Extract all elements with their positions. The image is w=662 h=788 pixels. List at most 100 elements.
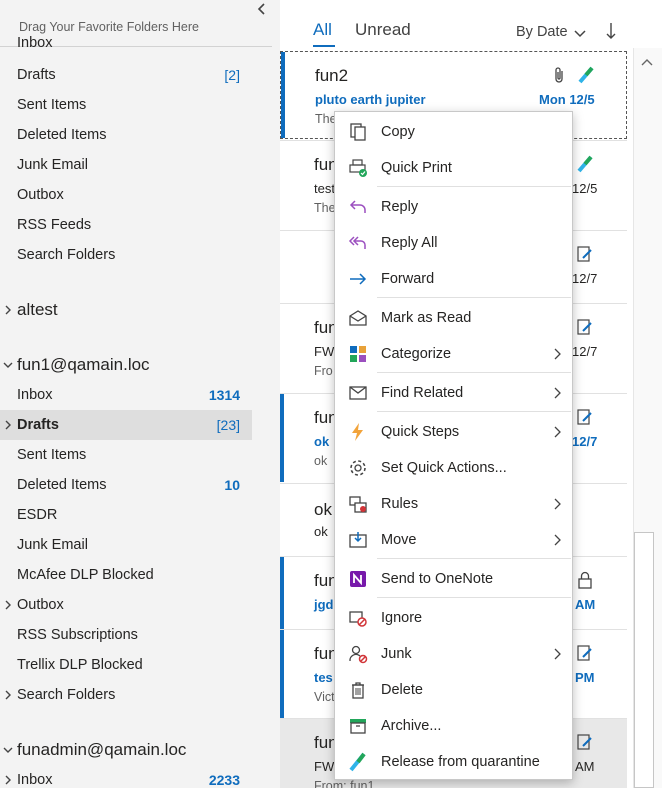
folder-outbox[interactable]: Outbox (0, 180, 252, 210)
message-sender: fun2 (315, 66, 349, 85)
chevron-right-icon[interactable] (3, 775, 13, 785)
archive-icon (350, 719, 366, 734)
tab-unread[interactable]: Unread (355, 20, 411, 40)
scroll-up-icon[interactable] (641, 58, 653, 66)
copy-icon (350, 123, 366, 141)
folder-outbox[interactable]: Outbox (0, 590, 252, 620)
edit-draft-icon (577, 409, 592, 425)
folder-count: 2233 (208, 772, 240, 788)
folder-drafts-selected[interactable]: Drafts [23] (0, 410, 252, 440)
message-subject: pluto earth jupiter (315, 92, 426, 107)
message-preview: The (314, 201, 336, 215)
message-date: AM (575, 759, 595, 774)
chevron-right-icon[interactable] (3, 305, 13, 315)
menu-quick-steps[interactable]: Quick Steps (335, 414, 572, 448)
chevron-down-icon[interactable] (3, 360, 13, 370)
message-subject: tes (314, 670, 333, 685)
folder-inbox[interactable]: Inbox 1314 (0, 380, 252, 410)
account-altest[interactable]: altest (0, 295, 270, 325)
menu-junk[interactable]: Junk (335, 636, 572, 670)
move-icon (349, 532, 367, 548)
account-fun1[interactable]: fun1@qamain.loc (0, 350, 270, 380)
message-subject: FW (314, 759, 335, 774)
menu-reply[interactable]: Reply (335, 189, 572, 223)
menu-set-quick-actions[interactable]: Set Quick Actions... (335, 450, 572, 484)
menu-delete[interactable]: Delete (335, 672, 572, 706)
edit-draft-icon (577, 246, 592, 262)
edit-draft-icon (577, 734, 592, 750)
folder-rss-feeds[interactable]: RSS Feeds (0, 210, 252, 240)
folder-mcafee-dlp-blocked[interactable]: McAfee DLP Blocked (0, 560, 252, 590)
reply-icon (349, 200, 366, 213)
folder-inbox[interactable]: Inbox 2233 (0, 765, 252, 788)
tab-all[interactable]: All (313, 20, 332, 40)
menu-reply-all[interactable]: Reply All (335, 225, 572, 259)
menu-forward[interactable]: Forward (335, 261, 572, 295)
menu-separator (377, 186, 571, 187)
folder-sent-items[interactable]: Sent Items (0, 90, 252, 120)
find-related-icon (349, 386, 367, 400)
message-date: PM (575, 670, 595, 685)
folder-pane: Drag Your Favorite Folders Here Inbox Dr… (0, 0, 280, 788)
trash-icon (352, 682, 364, 699)
edit-draft-icon (577, 319, 592, 335)
folder-junk-email[interactable]: Junk Email (0, 150, 252, 180)
submenu-chevron-icon (554, 534, 561, 546)
chevron-right-icon[interactable] (3, 690, 13, 700)
collapse-pane-icon[interactable] (254, 2, 270, 16)
junk-icon (349, 645, 368, 664)
menu-mark-as-read[interactable]: Mark as Read (335, 300, 572, 334)
menu-separator (377, 372, 571, 373)
sort-by-button[interactable]: By Date (516, 24, 568, 40)
menu-rules[interactable]: Rules (335, 486, 572, 520)
folder-sent-items[interactable]: Sent Items (0, 440, 252, 470)
folder-deleted-items[interactable]: Deleted Items (0, 120, 252, 150)
unread-indicator (280, 630, 284, 718)
quarantine-icon (349, 752, 366, 772)
folder-count: 10 (224, 477, 240, 493)
scrollbar-thumb[interactable] (634, 532, 654, 788)
message-subject: ok (314, 434, 330, 449)
folder-count: [2] (224, 67, 240, 83)
menu-copy[interactable]: Copy (335, 114, 572, 148)
folder-rss-subscriptions[interactable]: RSS Subscriptions (0, 620, 252, 650)
folder-count: 1314 (208, 387, 240, 403)
chevron-right-icon[interactable] (3, 600, 13, 610)
message-preview: ok (314, 454, 328, 468)
menu-find-related[interactable]: Find Related (335, 375, 572, 409)
folder-inbox-partial[interactable]: Inbox (0, 28, 252, 58)
menu-ignore[interactable]: Ignore (335, 600, 572, 634)
ignore-icon (349, 611, 367, 627)
folder-trellix-dlp-blocked[interactable]: Trellix DLP Blocked (0, 650, 252, 680)
chevron-right-icon[interactable] (3, 420, 13, 430)
sort-direction-icon[interactable] (606, 22, 616, 40)
reply-all-icon (348, 236, 366, 249)
gear-icon (350, 460, 366, 476)
onenote-icon (350, 571, 366, 587)
folder-junk-email[interactable]: Junk Email (0, 530, 252, 560)
message-subject: ok (314, 524, 328, 539)
folder-search-folders[interactable]: Search Folders (0, 680, 252, 710)
folder-search-folders[interactable]: Search Folders (0, 240, 252, 270)
edit-draft-icon (577, 645, 592, 661)
account-funadmin[interactable]: funadmin@qamain.loc (0, 735, 270, 765)
tab-all-underline (313, 45, 335, 47)
menu-release-from-quarantine[interactable]: Release from quarantine (335, 744, 572, 778)
menu-categorize[interactable]: Categorize (335, 336, 572, 370)
folder-count: [23] (216, 417, 240, 433)
quarantine-icon (578, 66, 594, 84)
submenu-chevron-icon (554, 426, 561, 438)
folder-esdr[interactable]: ESDR (0, 500, 252, 530)
menu-archive[interactable]: Archive... (335, 708, 572, 742)
quarantine-icon (577, 155, 593, 173)
message-subject: test (314, 181, 335, 196)
context-menu: Copy Quick Print Reply Reply All Forward… (334, 111, 573, 780)
menu-send-to-onenote[interactable]: Send to OneNote (335, 561, 572, 595)
unread-indicator (280, 394, 284, 482)
menu-quick-print[interactable]: Quick Print (335, 150, 572, 184)
folder-drafts[interactable]: Drafts [2] (0, 60, 252, 90)
folder-deleted-items[interactable]: Deleted Items 10 (0, 470, 252, 500)
menu-move[interactable]: Move (335, 522, 572, 556)
chevron-down-icon[interactable] (574, 30, 586, 38)
chevron-down-icon[interactable] (3, 745, 13, 755)
